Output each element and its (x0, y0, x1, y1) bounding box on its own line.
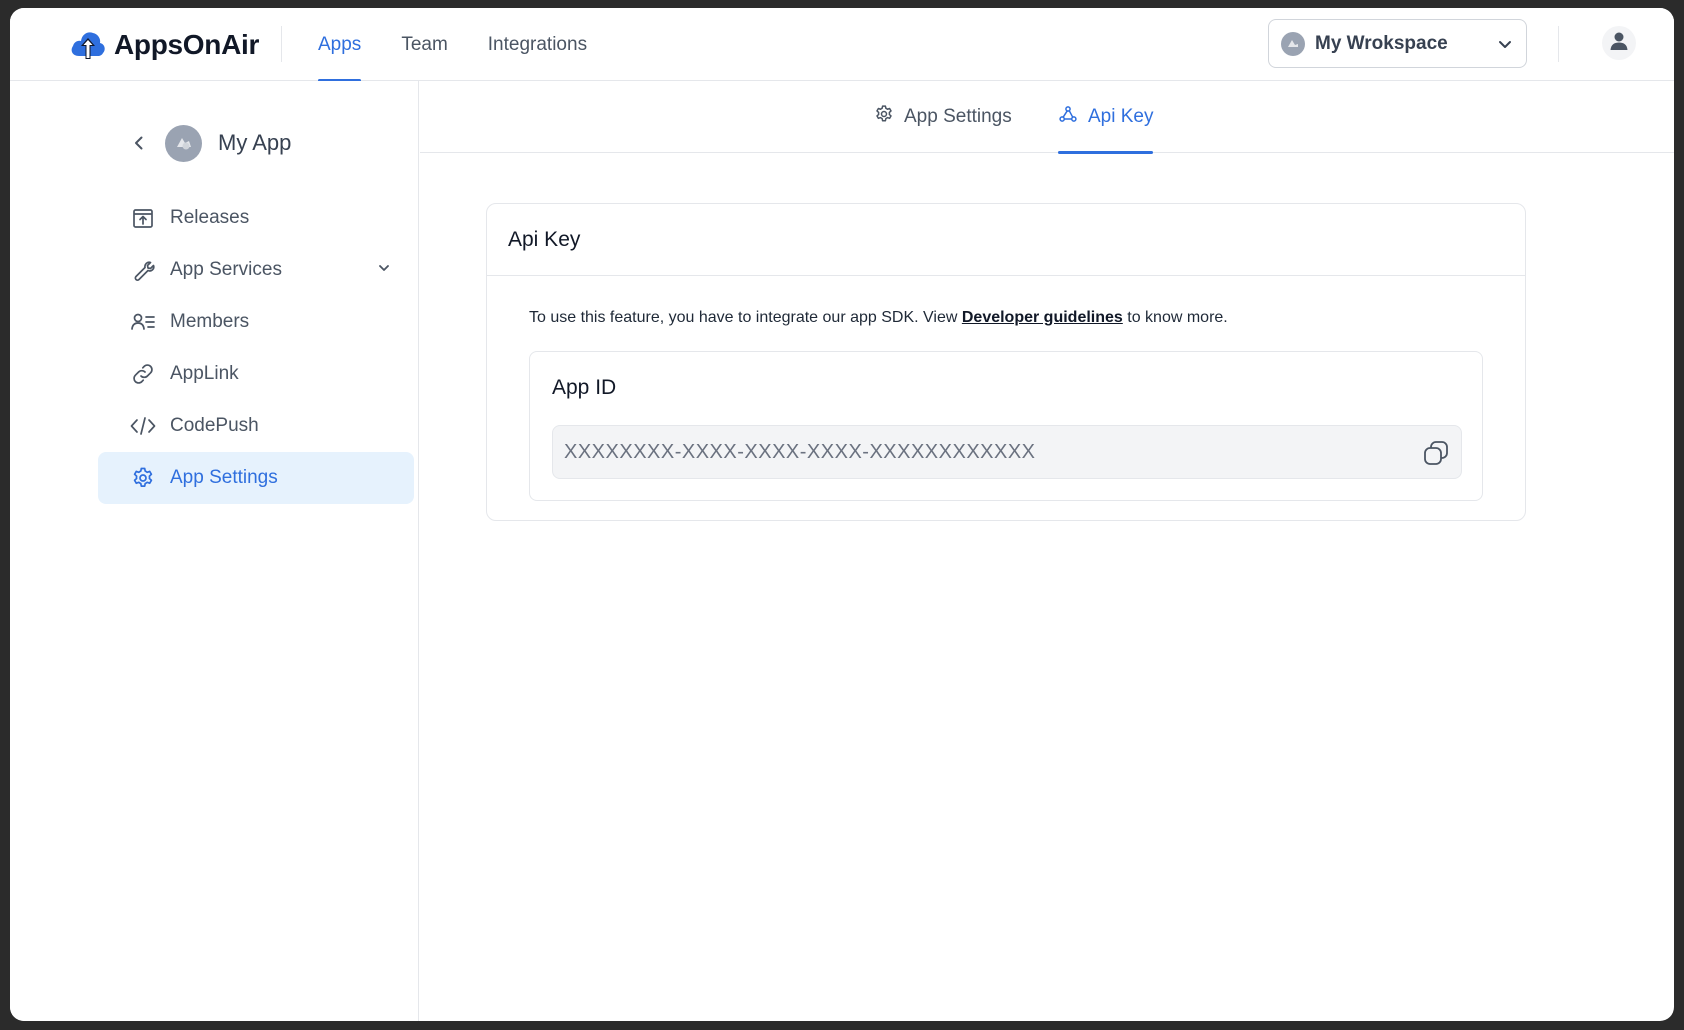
tab-api-key[interactable]: Api Key (1058, 81, 1154, 154)
app-header: My App (125, 121, 291, 165)
app-id-input[interactable] (564, 440, 1384, 464)
app-avatar (165, 124, 202, 162)
cloud-upload-logo-icon (68, 25, 108, 65)
brand-name: AppsOnAir (114, 29, 260, 60)
chevron-down-icon (1496, 35, 1514, 53)
gear-icon (130, 465, 156, 491)
top-header: AppsOnAir Apps Team Integrations My Wrok… (10, 8, 1674, 82)
back-arrow-icon[interactable] (125, 129, 153, 157)
header-divider (1558, 26, 1559, 62)
nav-team[interactable]: Team (401, 8, 447, 81)
app-id-box: App ID (529, 351, 1483, 501)
card-title: Api Key (487, 204, 1525, 276)
main-content: App Settings Api Key Api Key To use this… (420, 81, 1674, 1021)
user-avatar-button[interactable] (1602, 26, 1636, 60)
info-prefix: To use this feature, you have to integra… (529, 309, 958, 326)
sidebar-item-label: App Services (170, 259, 282, 280)
sidebar: My App Releases App Services Members App… (10, 81, 419, 1021)
workspace-avatar (1281, 31, 1305, 56)
tab-label: Api Key (1088, 106, 1154, 127)
workspace-name: My Wrokspace (1315, 32, 1448, 54)
nav-integrations[interactable]: Integrations (488, 8, 587, 81)
sidebar-item-releases[interactable]: Releases (98, 192, 414, 244)
info-text: To use this feature, you have to integra… (529, 309, 1228, 327)
sidebar-item-members[interactable]: Members (98, 296, 414, 348)
wrench-icon (130, 257, 156, 283)
sidebar-item-app-services[interactable]: App Services (98, 244, 414, 296)
sidebar-item-label: CodePush (170, 415, 259, 436)
sidebar-item-applink[interactable]: AppLink (98, 348, 414, 400)
developer-guidelines-link[interactable]: Developer guidelines (962, 309, 1123, 326)
brand[interactable]: AppsOnAir (68, 25, 259, 65)
app-id-label: App ID (552, 376, 617, 399)
nav-apps[interactable]: Apps (318, 8, 362, 82)
app-id-field (552, 425, 1462, 479)
chevron-down-icon[interactable] (376, 260, 392, 282)
header-divider (281, 26, 282, 62)
tab-label: App Settings (904, 106, 1012, 127)
members-icon (130, 309, 156, 335)
api-key-card: Api Key To use this feature, you have to… (486, 203, 1526, 521)
sidebar-item-label: AppLink (170, 363, 239, 384)
webhook-icon (1058, 104, 1078, 130)
sidebar-item-label: App Settings (170, 467, 278, 488)
info-suffix: to know more. (1127, 309, 1228, 326)
link-icon (130, 361, 156, 387)
sidebar-item-label: Members (170, 311, 250, 332)
settings-tabs: App Settings Api Key (420, 81, 1674, 154)
app-name: My App (218, 130, 292, 155)
sidebar-item-label: Releases (170, 207, 250, 228)
sidebar-menu: Releases App Services Members AppLink Co… (98, 192, 414, 504)
app-window: AppsOnAir Apps Team Integrations My Wrok… (10, 8, 1674, 1021)
sidebar-item-codepush[interactable]: CodePush (98, 400, 414, 452)
top-nav: Apps Team Integrations (318, 8, 587, 82)
releases-icon (130, 205, 156, 231)
copy-icon[interactable] (1421, 438, 1451, 468)
workspace-selector[interactable]: My Wrokspace (1268, 19, 1527, 68)
sidebar-item-app-settings[interactable]: App Settings (98, 452, 414, 504)
tab-app-settings[interactable]: App Settings (874, 81, 1012, 153)
gear-icon (874, 104, 894, 130)
user-icon (1608, 30, 1630, 57)
code-icon (130, 413, 156, 439)
